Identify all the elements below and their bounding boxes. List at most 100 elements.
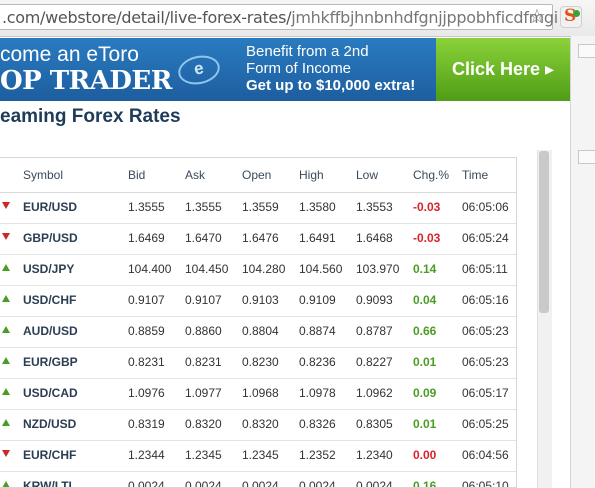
url-main: .com/webstore/detail/live-forex-rates/ [2, 8, 292, 27]
cell-bid: 0.8231 [128, 355, 165, 369]
table-row[interactable]: EUR/GBP 0.8231 0.8231 0.8230 0.8236 0.8227 0.0… [0, 347, 516, 379]
cell-symbol: NZD/USD [23, 417, 77, 431]
table-row[interactable]: GBP/USD 1.6469 1.6470 1.6476 1.6491 1.6468 -0.… [0, 223, 516, 255]
cell-low: 0.8787 [356, 324, 393, 338]
address-bar[interactable]: .com/webstore/detail/live-forex-rates/jm… [0, 4, 558, 30]
cell-time: 06:05:11 [462, 262, 508, 276]
cell-chg: 0.14 [413, 262, 437, 276]
scrollbar-thumb[interactable] [539, 151, 549, 313]
cell-bid: 1.3555 [128, 200, 165, 214]
cell-chg: 0.09 [413, 386, 437, 400]
cell-high: 0.9109 [299, 293, 336, 307]
cell-time: 06:05:24 [462, 231, 509, 245]
cell-high: 0.8874 [299, 324, 336, 338]
url-tail: jmhkffbjhnbnhdfgnjjppobhficdfmgi [291, 8, 558, 27]
cell-high: 0.8326 [299, 417, 336, 431]
cell-time: 06:04:56 [462, 448, 509, 462]
cell-bid: 1.0976 [128, 386, 165, 400]
cell-high: 1.2352 [299, 448, 336, 462]
cell-time: 06:05:23 [462, 324, 509, 338]
cell-chg: 0.01 [413, 417, 437, 431]
table-row[interactable]: USD/JPY 104.400 104.450 104.280 104.560 103.9… [0, 254, 516, 286]
header-high[interactable]: High [299, 158, 324, 192]
banner-line1: come an eToro [0, 43, 139, 66]
cell-ask: 0.9107 [185, 293, 222, 307]
extension-icon[interactable]: S [560, 6, 582, 28]
cell-low: 1.3553 [356, 200, 393, 214]
cell-bid: 0.9107 [128, 293, 165, 307]
table-header: Symbol Bid Ask Open High Low Chg.% Time [0, 158, 516, 193]
cell-ask: 0.8320 [185, 417, 222, 431]
arrow-down-icon [2, 202, 10, 209]
cell-low: 1.6468 [356, 231, 393, 245]
cell-chg: -0.03 [413, 231, 441, 245]
cell-bid: 0.0024 [128, 479, 165, 488]
offer-line3: Get up to $10,000 extra! [246, 77, 416, 94]
banner-headline: come an eToro OP TRADER [0, 38, 175, 101]
click-here-button[interactable]: Click Here ▸ [436, 38, 570, 101]
bookmark-star-icon[interactable]: ☆ [528, 7, 546, 27]
url-text[interactable]: .com/webstore/detail/live-forex-rates/jm… [2, 8, 558, 27]
cell-symbol: USD/JPY [23, 262, 75, 276]
arrow-up-icon [2, 357, 10, 364]
cell-symbol: USD/CAD [23, 386, 78, 400]
cell-high: 104.560 [299, 262, 343, 276]
cell-time: 06:05:16 [462, 293, 509, 307]
header-change[interactable]: Chg.% [413, 158, 449, 192]
offer-line2: Form of Income [246, 60, 352, 77]
etoro-ad-banner[interactable]: come an eToro OP TRADER e Benefit from a… [0, 38, 570, 101]
arrow-down-icon [2, 233, 10, 240]
cell-time: 06:05:06 [462, 200, 509, 214]
cell-open: 1.3559 [242, 200, 279, 214]
cell-open: 1.6476 [242, 231, 279, 245]
cell-ask: 1.2345 [185, 448, 222, 462]
cell-low: 0.8305 [356, 417, 393, 431]
header-low[interactable]: Low [356, 158, 378, 192]
cell-symbol: EUR/CHF [23, 448, 77, 462]
banner-offer: Benefit from a 2nd Form of Income Get up… [246, 43, 415, 94]
cell-ask: 1.6470 [185, 231, 222, 245]
cell-bid: 1.2344 [128, 448, 165, 462]
cell-chg: 0.04 [413, 293, 437, 307]
cell-open: 1.2345 [242, 448, 279, 462]
cell-low: 0.0024 [356, 479, 393, 488]
cell-chg: 0.66 [413, 324, 437, 338]
cell-symbol: EUR/USD [23, 200, 78, 214]
cell-time: 06:05:23 [462, 355, 509, 369]
cell-chg: 0.00 [413, 448, 437, 462]
cell-ask: 1.3555 [185, 200, 222, 214]
cell-open: 1.0968 [242, 386, 279, 400]
cell-chg: 0.16 [413, 479, 437, 488]
cell-open: 0.8230 [242, 355, 279, 369]
table-row[interactable]: EUR/CHF 1.2344 1.2345 1.2345 1.2352 1.2340 0.0… [0, 440, 516, 472]
cell-ask: 0.0024 [185, 479, 222, 488]
cell-symbol: AUD/USD [23, 324, 78, 338]
cell-low: 0.9093 [356, 293, 393, 307]
header-open[interactable]: Open [242, 158, 271, 192]
header-bid[interactable]: Bid [128, 158, 145, 192]
page-title: eaming Forex Rates [0, 106, 181, 127]
cell-symbol: GBP/USD [23, 231, 78, 245]
header-ask[interactable]: Ask [185, 158, 205, 192]
cell-ask: 104.450 [185, 262, 229, 276]
browser-side-area [570, 36, 595, 488]
cell-chg: -0.03 [413, 200, 441, 214]
cell-low: 103.970 [356, 262, 400, 276]
table-row[interactable]: AUD/USD 0.8859 0.8860 0.8804 0.8874 0.8787 0.6… [0, 316, 516, 348]
table-row[interactable]: EUR/USD 1.3555 1.3555 1.3559 1.3580 1.3553 -0.… [0, 192, 516, 224]
cell-ask: 0.8860 [185, 324, 222, 338]
cell-open: 0.8804 [242, 324, 279, 338]
cell-ask: 0.8231 [185, 355, 222, 369]
cell-high: 0.0024 [299, 479, 336, 488]
table-row[interactable]: KRW/LTL 0.0024 0.0024 0.0024 0.0024 0.0024 0.1… [0, 471, 516, 488]
cell-open: 0.9103 [242, 293, 279, 307]
side-control-icon[interactable] [578, 150, 595, 164]
cell-bid: 0.8859 [128, 324, 165, 338]
table-row[interactable]: USD/CHF 0.9107 0.9107 0.9103 0.9109 0.9093 0.0… [0, 285, 516, 317]
side-control-icon[interactable] [578, 44, 595, 58]
table-row[interactable]: USD/CAD 1.0976 1.0977 1.0968 1.0978 1.0962 0.0… [0, 378, 516, 410]
browser-toolbar: .com/webstore/detail/live-forex-rates/jm… [0, 0, 595, 37]
header-time[interactable]: Time [462, 158, 488, 192]
header-symbol[interactable]: Symbol [23, 158, 63, 192]
table-row[interactable]: NZD/USD 0.8319 0.8320 0.8320 0.8326 0.8305 0.0… [0, 409, 516, 441]
